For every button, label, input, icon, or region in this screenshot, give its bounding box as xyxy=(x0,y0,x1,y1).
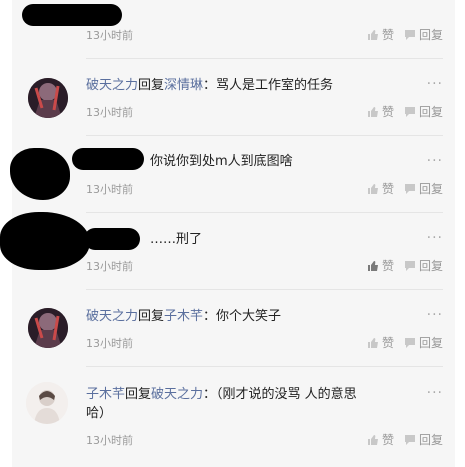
reply-target[interactable]: 子木芊 xyxy=(164,309,203,324)
comment-text: ……刑了 xyxy=(150,232,203,247)
like-button[interactable]: 赞 xyxy=(367,180,394,197)
reply-target[interactable]: 破天之力 xyxy=(151,387,203,402)
comment-time: 13小时前 xyxy=(86,29,133,42)
reply-button[interactable]: 回复 xyxy=(404,26,443,43)
comment-time: 13小时前 xyxy=(86,106,133,119)
comment-actions: 赞 回复 xyxy=(357,334,443,351)
thumb-up-icon xyxy=(367,183,378,194)
redaction-blob xyxy=(22,4,122,26)
comment-time: 13小时前 xyxy=(86,260,133,273)
more-options-icon[interactable]: ··· xyxy=(427,230,443,246)
more-options-icon[interactable]: ··· xyxy=(427,307,443,323)
author-name[interactable]: 破天之力 xyxy=(86,309,138,324)
comment-icon xyxy=(404,183,415,194)
reply-button[interactable]: 回复 xyxy=(404,334,443,351)
comment-text: 你说你到处m人到底图啥 xyxy=(150,154,293,169)
avatar[interactable] xyxy=(28,308,68,348)
divider xyxy=(86,58,443,59)
redaction-blob xyxy=(0,212,90,270)
avatar[interactable] xyxy=(28,78,68,118)
comment-actions: 赞 回复 xyxy=(357,26,443,43)
comment-text: 破天之力回复子木芊：你个大笑子 xyxy=(86,309,282,324)
redaction-blob xyxy=(72,148,144,170)
divider xyxy=(86,135,443,136)
like-button[interactable]: 赞 xyxy=(367,103,394,120)
comment-time: 13小时前 xyxy=(86,434,133,447)
more-options-icon[interactable]: ··· xyxy=(427,76,443,92)
author-name[interactable]: 子木芊 xyxy=(86,387,125,402)
comment-icon xyxy=(404,29,415,40)
like-button[interactable]: 赞 xyxy=(367,431,394,448)
comment-actions: 赞 回复 xyxy=(357,431,443,448)
like-button[interactable]: 赞 xyxy=(367,257,394,274)
reply-button[interactable]: 回复 xyxy=(404,257,443,274)
comment-icon xyxy=(404,337,415,348)
comment-actions: 赞 回复 xyxy=(357,257,443,274)
thumb-up-icon xyxy=(367,29,378,40)
comment-icon xyxy=(404,434,415,445)
more-options-icon[interactable]: ··· xyxy=(427,153,443,169)
reply-target[interactable]: 深情琳 xyxy=(164,78,203,93)
divider xyxy=(86,366,443,367)
thumb-up-icon xyxy=(367,260,378,271)
comment-icon xyxy=(404,106,415,117)
reply-button[interactable]: 回复 xyxy=(404,180,443,197)
divider xyxy=(86,212,443,213)
redaction-blob xyxy=(84,228,140,250)
avatar[interactable] xyxy=(26,382,68,424)
like-button[interactable]: 赞 xyxy=(367,334,394,351)
comment-time: 13小时前 xyxy=(86,183,133,196)
comment-text: 子木芊回复破天之力：（刚才说的没骂 人的意思 xyxy=(86,387,357,402)
comment-actions: 赞 回复 xyxy=(357,103,443,120)
thumb-up-icon xyxy=(367,106,378,117)
reply-button[interactable]: 回复 xyxy=(404,431,443,448)
comment-icon xyxy=(404,260,415,271)
divider xyxy=(86,289,443,290)
thumb-up-icon xyxy=(367,337,378,348)
comment-text-line2: 哈） xyxy=(86,406,113,421)
like-button[interactable]: 赞 xyxy=(367,26,394,43)
reply-button[interactable]: 回复 xyxy=(404,103,443,120)
comment-text: 破天之力回复深情琳：骂人是工作室的任务 xyxy=(86,78,334,93)
more-options-icon[interactable]: ··· xyxy=(427,385,443,401)
comment-actions: 赞 回复 xyxy=(357,180,443,197)
thumb-up-icon xyxy=(367,434,378,445)
comment-time: 13小时前 xyxy=(86,337,133,350)
author-name[interactable]: 破天之力 xyxy=(86,78,138,93)
